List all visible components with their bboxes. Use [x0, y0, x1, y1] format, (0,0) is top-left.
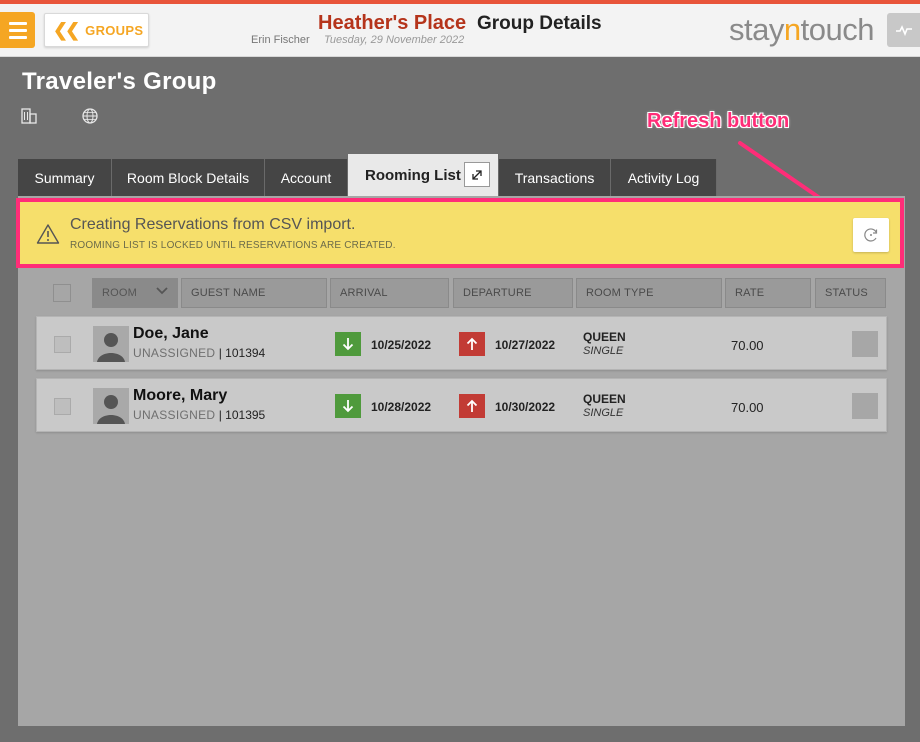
brand-logo: stayntouch	[729, 12, 874, 47]
column-room-type[interactable]: ROOM TYPE	[576, 278, 722, 308]
arrival-date: 10/25/2022	[371, 338, 432, 352]
status-indicator	[852, 331, 878, 357]
refresh-icon	[864, 228, 878, 242]
banner-title: Creating Reservations from CSV import.	[70, 216, 356, 233]
table-row[interactable]: Moore, Mary UNASSIGNED | 101395 10/28/20…	[36, 378, 887, 432]
row-checkbox[interactable]	[54, 398, 71, 415]
rate-value: 70.00	[731, 400, 764, 415]
groups-back-label: GROUPS	[85, 22, 144, 38]
double-chevron-left-icon: ❮❮	[53, 19, 80, 40]
arrival-date: 10/28/2022	[371, 400, 432, 414]
page-title: Group Details	[477, 13, 602, 34]
arrow-up-icon	[466, 399, 478, 412]
pulse-button[interactable]	[887, 13, 920, 47]
bed-type: SINGLE	[583, 345, 624, 357]
rooming-list-panel	[18, 196, 905, 726]
avatar	[93, 326, 129, 362]
person-icon	[97, 333, 125, 362]
departure-date: 10/27/2022	[495, 338, 556, 352]
person-icon	[97, 395, 125, 424]
hamburger-icon	[8, 21, 27, 25]
tab-rooming-list-label: Rooming List	[365, 166, 461, 184]
column-arrival[interactable]: ARRIVAL	[330, 278, 449, 308]
guest-room-info: UNASSIGNED | 101394	[133, 346, 266, 360]
departure-badge	[459, 332, 485, 356]
column-guest-name[interactable]: GUEST NAME	[181, 278, 327, 308]
annotation-label: Refresh button	[647, 110, 790, 132]
guest-room-info: UNASSIGNED | 101395	[133, 408, 266, 422]
arrow-up-icon	[466, 337, 478, 350]
external-window-icon	[472, 169, 482, 180]
tab-rooming-list[interactable]: Rooming List	[348, 154, 499, 196]
building-icon[interactable]	[20, 107, 38, 125]
chevron-down-icon	[156, 287, 168, 295]
user-name: Erin Fischer	[251, 34, 310, 46]
tab-account[interactable]: Account	[265, 159, 348, 196]
departure-badge	[459, 394, 485, 418]
status-indicator	[852, 393, 878, 419]
tab-activity-log[interactable]: Activity Log	[611, 159, 717, 196]
tab-transactions[interactable]: Transactions	[499, 159, 611, 196]
rate-value: 70.00	[731, 338, 764, 353]
select-all-checkbox[interactable]	[53, 284, 71, 302]
avatar	[93, 388, 129, 424]
pulse-icon	[895, 25, 912, 36]
departure-date: 10/30/2022	[495, 400, 556, 414]
tab-room-block-details[interactable]: Room Block Details	[112, 159, 265, 196]
app-header: ❮❮ GROUPS Heather's Place Group Details …	[0, 4, 920, 57]
tab-summary[interactable]: Summary	[18, 159, 112, 196]
menu-button[interactable]	[0, 12, 35, 48]
arrow-down-icon	[342, 400, 354, 413]
business-date: Tuesday, 29 November 2022	[324, 34, 465, 46]
guest-name[interactable]: Doe, Jane	[133, 325, 209, 343]
import-status-banner: Creating Reservations from CSV import. R…	[16, 198, 904, 268]
table-row[interactable]: Doe, Jane UNASSIGNED | 101394 10/25/2022…	[36, 316, 887, 370]
arrow-down-icon	[342, 338, 354, 351]
column-departure[interactable]: DEPARTURE	[453, 278, 573, 308]
refresh-button[interactable]	[853, 218, 889, 252]
room-type: QUEEN	[583, 392, 626, 406]
groups-back-button[interactable]: ❮❮ GROUPS	[44, 13, 149, 47]
guest-name[interactable]: Moore, Mary	[133, 387, 227, 405]
hotel-name: Heather's Place	[318, 12, 467, 34]
warning-icon	[36, 224, 60, 244]
banner-subtitle: ROOMING LIST IS LOCKED UNTIL RESERVATION…	[70, 240, 396, 251]
room-type: QUEEN	[583, 330, 626, 344]
arrival-badge	[335, 332, 361, 356]
globe-icon[interactable]	[81, 107, 99, 125]
popout-button[interactable]	[464, 162, 490, 187]
arrival-badge	[335, 394, 361, 418]
column-status[interactable]: STATUS	[815, 278, 886, 308]
group-name: Traveler's Group	[22, 68, 217, 95]
column-rate[interactable]: RATE	[725, 278, 811, 308]
bed-type: SINGLE	[583, 407, 624, 419]
row-checkbox[interactable]	[54, 336, 71, 353]
